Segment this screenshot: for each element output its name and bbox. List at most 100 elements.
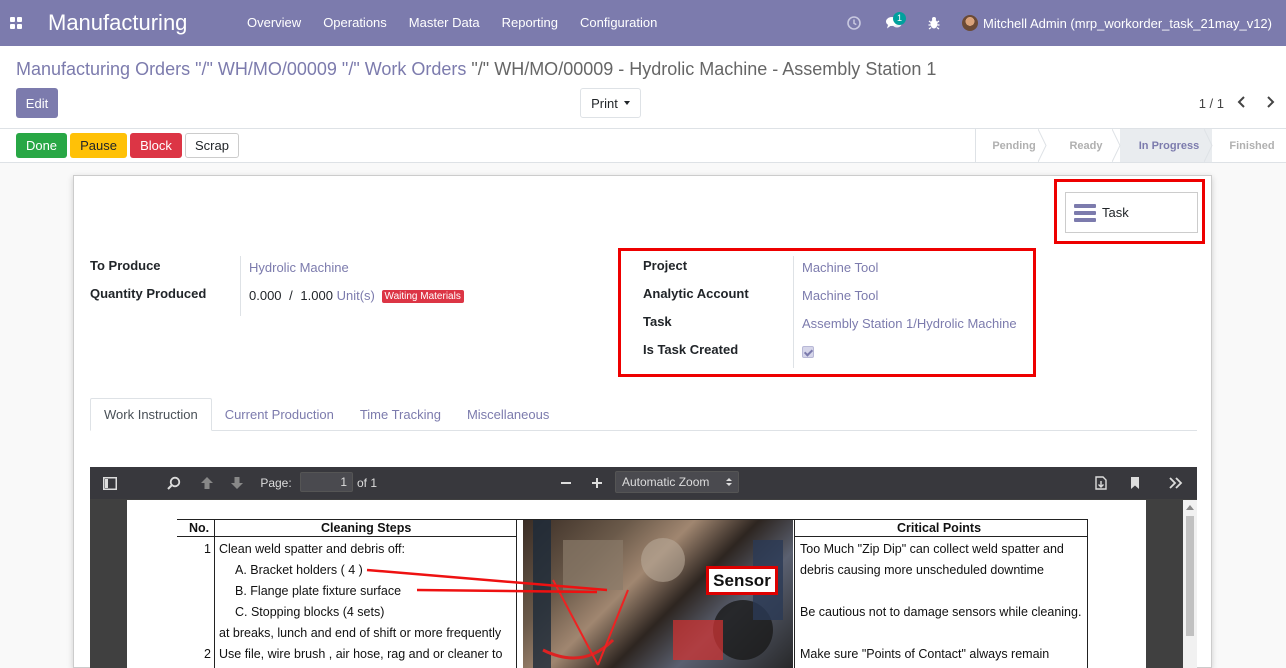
user-name: Mitchell Admin (mrp_workorder_task_21may…: [982, 15, 1272, 31]
print-dropdown-button[interactable]: Print: [580, 88, 641, 118]
stage-label: Ready: [1069, 139, 1103, 152]
user-menu[interactable]: Mitchell Admin (mrp_workorder_task_21may…: [961, 15, 1272, 31]
tab-work-instruction[interactable]: Work Instruction: [90, 398, 212, 431]
zoom-in-icon[interactable]: [587, 467, 607, 499]
analytic-account-label: Analytic Account: [643, 286, 749, 301]
critical-line: Be cautious not to damage sensors while …: [800, 605, 1082, 619]
stage-pending[interactable]: Pending: [976, 129, 1047, 162]
task-label: Task: [643, 314, 672, 329]
analytic-account-field[interactable]: Machine Tool: [802, 288, 878, 303]
is-task-created-label: Is Task Created: [643, 342, 739, 357]
menu-reporting[interactable]: Reporting: [491, 0, 569, 46]
menu-operations[interactable]: Operations: [312, 0, 398, 46]
task-smart-button[interactable]: Task: [1065, 192, 1198, 233]
scroll-up-icon[interactable]: [1186, 504, 1194, 510]
stage-in-progress[interactable]: In Progress: [1120, 129, 1213, 162]
to-produce-label: To Produce: [90, 258, 161, 273]
menu-configuration[interactable]: Configuration: [569, 0, 668, 46]
messaging-icon[interactable]: 1: [874, 0, 914, 46]
stage-pipeline: Pending Ready In Progress Finished: [975, 129, 1286, 162]
pdf-viewer: Page: 1 of 1 Automatic Zoom No. Cleaning…: [90, 467, 1197, 668]
stage-ready[interactable]: Ready: [1046, 129, 1121, 162]
waiting-materials-badge: Waiting Materials: [381, 290, 464, 303]
critical-line: Make sure "Points of Contact" always rem…: [800, 647, 1050, 661]
edit-button[interactable]: Edit: [16, 88, 58, 118]
stage-finished[interactable]: Finished: [1212, 129, 1286, 162]
stage-label: Pending: [992, 139, 1036, 152]
to-produce-field[interactable]: Hydrolic Machine: [249, 260, 349, 275]
quantity-produced-label: Quantity Produced: [90, 286, 207, 301]
is-task-created-checkbox[interactable]: [802, 346, 814, 358]
breadcrumb-separator: "/": [466, 59, 495, 79]
app-name[interactable]: Manufacturing: [48, 10, 228, 36]
scrap-button[interactable]: Scrap: [185, 133, 239, 158]
zoom-select[interactable]: Automatic Zoom: [615, 471, 739, 493]
breadcrumb-manufacturing-orders[interactable]: Manufacturing Orders: [16, 59, 190, 79]
project-field[interactable]: Machine Tool: [802, 260, 878, 275]
tab-current-production[interactable]: Current Production: [212, 398, 347, 431]
critical-line: debris causing more unscheduled downtime: [800, 563, 1044, 577]
project-label: Project: [643, 258, 688, 273]
next-page-icon[interactable]: [225, 467, 249, 499]
zoom-out-icon[interactable]: [556, 467, 576, 499]
field-separator: [793, 256, 794, 368]
pager-value[interactable]: 1 / 1: [1199, 96, 1224, 111]
menu-overview[interactable]: Overview: [236, 0, 312, 46]
message-count-badge: 1: [892, 12, 906, 25]
pdf-scrollbar[interactable]: [1183, 500, 1197, 668]
scrollbar-thumb[interactable]: [1186, 516, 1194, 636]
page-label: Page:: [260, 476, 292, 490]
activity-clock-icon[interactable]: [834, 0, 874, 46]
tab-time-tracking[interactable]: Time Tracking: [347, 398, 454, 431]
critical-line: Too Much "Zip Dip" can collect weld spat…: [800, 542, 1064, 556]
notebook-tabs: Work Instruction Current Production Time…: [90, 398, 1197, 431]
page-number-input[interactable]: 1: [300, 472, 353, 492]
debug-bug-icon[interactable]: [914, 0, 954, 46]
breadcrumb-current: WH/MO/00009 - Hydrolic Machine - Assembl…: [494, 59, 937, 79]
select-arrows-icon: [726, 478, 732, 486]
breadcrumb-separator: "/": [190, 59, 218, 79]
field-separator: [240, 256, 241, 316]
previous-page-icon[interactable]: [195, 467, 219, 499]
pause-button[interactable]: Pause: [70, 133, 127, 158]
download-icon[interactable]: [1090, 467, 1112, 499]
top-navbar: Manufacturing Overview Operations Master…: [0, 0, 1286, 46]
breadcrumb: Manufacturing Orders "/" WH/MO/00009 "/"…: [16, 59, 936, 80]
quantity-produced-field[interactable]: 0.000 / 1.000 Unit(s) Waiting Materials: [249, 288, 464, 303]
bookmark-icon[interactable]: [1124, 467, 1146, 499]
task-field[interactable]: Assembly Station 1/Hydrolic Machine: [802, 316, 1017, 331]
print-label: Print: [591, 95, 618, 111]
column-header-critical: Critical Points: [897, 521, 982, 535]
menu-master-data[interactable]: Master Data: [398, 0, 491, 46]
breadcrumb-separator: "/": [336, 59, 365, 79]
caret-down-icon: [623, 101, 630, 105]
form-sheet: Task To Produce Quantity Produced Hydrol…: [73, 175, 1212, 668]
task-smart-button-label: Task: [1102, 205, 1129, 220]
task-list-icon: [1074, 203, 1096, 222]
qty-separator: /: [289, 288, 293, 303]
apps-menu-icon[interactable]: [0, 0, 32, 46]
tools-menu-icon[interactable]: [1164, 467, 1188, 499]
table-rule: [794, 536, 1087, 537]
stage-label: Finished: [1229, 139, 1275, 152]
breadcrumb-mo[interactable]: WH/MO/00009: [218, 59, 337, 79]
user-avatar: [961, 15, 978, 31]
search-icon[interactable]: [162, 467, 186, 499]
sidebar-toggle-icon[interactable]: [98, 467, 122, 499]
done-button[interactable]: Done: [16, 133, 67, 158]
page-count: of 1: [356, 476, 377, 490]
qty-total: 1.000: [300, 288, 333, 303]
table-rule: [1087, 519, 1088, 668]
qty-uom[interactable]: Unit(s): [337, 288, 375, 303]
pdf-page: No. Cleaning Steps Critical Points 1 Cle…: [127, 500, 1146, 668]
pager-previous-icon[interactable]: [1234, 94, 1250, 110]
statusbar: Done Pause Block Scrap Pending Ready In …: [0, 129, 1286, 163]
pager-next-icon[interactable]: [1262, 94, 1278, 110]
breadcrumb-work-orders[interactable]: Work Orders: [365, 59, 467, 79]
pdf-toolbar: Page: 1 of 1 Automatic Zoom: [90, 467, 1197, 499]
callout-arrows: [366, 568, 608, 594]
tab-miscellaneous[interactable]: Miscellaneous: [454, 398, 562, 431]
control-panel: Manufacturing Orders "/" WH/MO/00009 "/"…: [0, 46, 1286, 129]
zoom-value: Automatic Zoom: [622, 475, 710, 489]
block-button[interactable]: Block: [130, 133, 182, 158]
